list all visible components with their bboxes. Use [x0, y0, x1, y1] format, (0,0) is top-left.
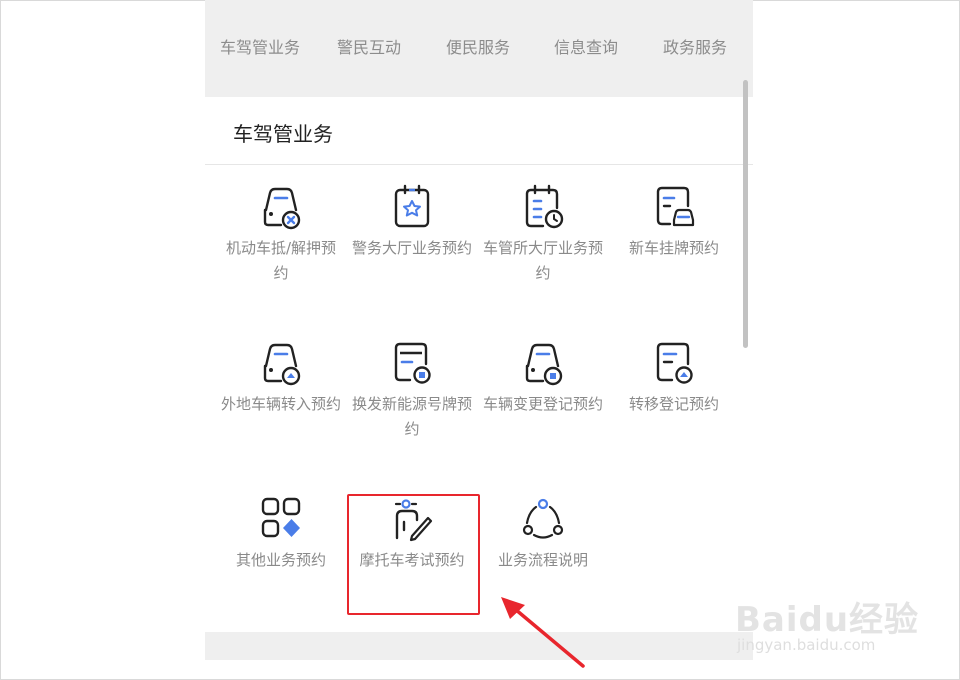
service-label: 换发新能源号牌预约 [352, 395, 473, 438]
service-tile-new-energy-plate[interactable]: 换发新能源号牌预约 [352, 340, 472, 442]
category-tab-bar: 车驾管业务 警民互动 便民服务 信息查询 政务服务 [205, 0, 753, 97]
tab-convenience-services[interactable]: 便民服务 [446, 34, 510, 58]
process-cycle-icon [522, 498, 564, 539]
service-tile-vehicle-change[interactable]: 车辆变更登记预约 [483, 340, 603, 417]
section-title: 车驾管业务 [233, 122, 333, 146]
document-transfer-icon [656, 342, 693, 384]
service-tile-mortgage[interactable]: 机动车抵/解押预约 [221, 184, 341, 286]
watermark: Baidu经验 jingyan.baidu.com [735, 592, 925, 662]
section-divider [205, 164, 753, 165]
pointer-arrow-icon [501, 597, 585, 668]
service-tile-police-hall[interactable]: 警务大厅业务预约 [352, 184, 472, 261]
car-change-icon [525, 343, 563, 386]
calendar-clock-icon [525, 184, 564, 229]
service-label: 警务大厅业务预约 [352, 239, 473, 257]
service-tile-process-guide[interactable]: 业务流程说明 [483, 496, 603, 573]
watermark-logo: Baidu经验 [735, 600, 920, 640]
document-energy-icon [394, 342, 431, 384]
service-tile-dmv-hall[interactable]: 车管所大厅业务预约 [483, 184, 603, 286]
service-tile-other[interactable]: 其他业务预约 [221, 496, 341, 573]
service-tile-new-plate[interactable]: 新车挂牌预约 [614, 184, 734, 261]
clipboard-star-icon [394, 184, 430, 228]
service-label: 车管所大厅业务预约 [483, 239, 604, 282]
tab-info-query[interactable]: 信息查询 [554, 34, 618, 58]
grid-apps-icon [261, 497, 301, 538]
service-label: 转移登记预约 [628, 395, 719, 413]
document-car-icon [656, 186, 695, 227]
service-label: 车辆变更登记预约 [483, 395, 604, 413]
service-label: 业务流程说明 [497, 551, 588, 569]
scrollbar[interactable] [743, 80, 748, 348]
service-tile-ownership-transfer[interactable]: 转移登记预约 [614, 340, 734, 417]
bottom-band [205, 632, 753, 660]
car-transfer-icon [263, 343, 301, 386]
watermark-url: jingyan.baidu.com [737, 636, 876, 654]
car-cancel-icon [263, 187, 301, 230]
tab-vehicle-license[interactable]: 车驾管业务 [220, 34, 300, 58]
service-label: 外地车辆转入预约 [221, 395, 342, 413]
service-label: 机动车抵/解押预约 [225, 239, 337, 282]
service-tile-non-local-transfer[interactable]: 外地车辆转入预约 [221, 340, 341, 417]
tab-government-services[interactable]: 政务服务 [663, 34, 727, 58]
highlight-box [347, 494, 480, 615]
service-label: 新车挂牌预约 [628, 239, 719, 257]
service-label: 其他业务预约 [235, 551, 326, 569]
tab-police-interaction[interactable]: 警民互动 [337, 34, 401, 58]
